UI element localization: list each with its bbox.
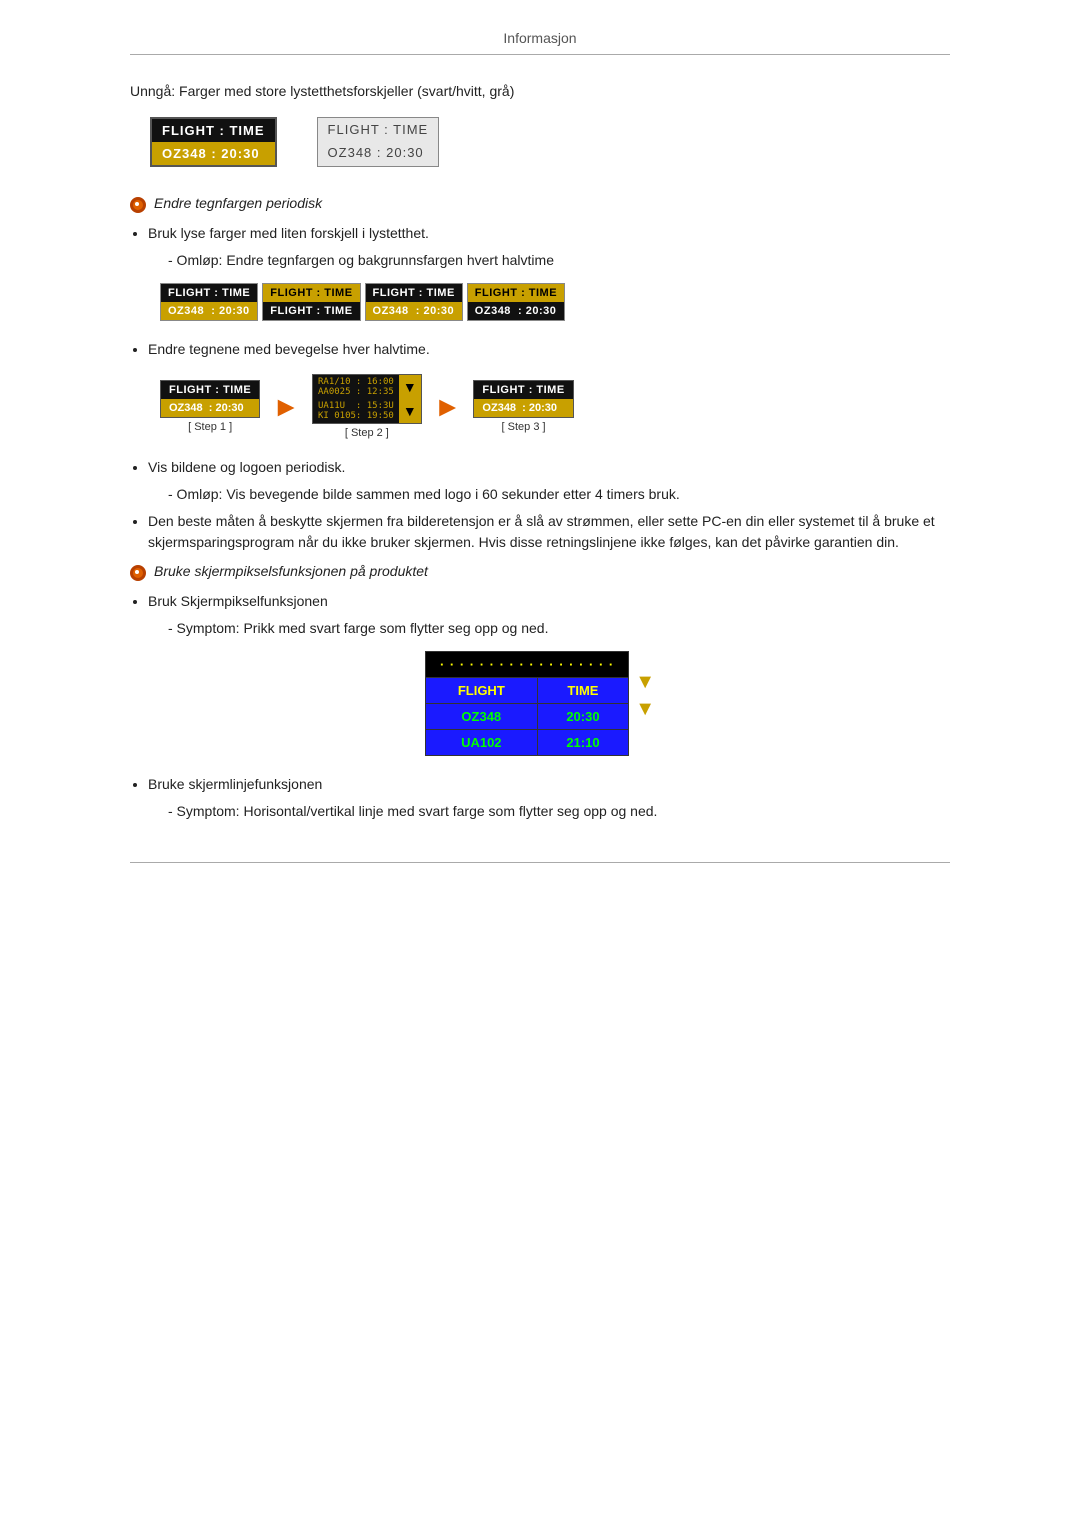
- step2-text-2: UA11U : 15:3U KI 0105: 19:50: [313, 399, 399, 423]
- pixel-oz348: OZ348: [425, 704, 537, 730]
- step3-header: FLIGHT : TIME: [474, 381, 572, 399]
- bullet-item-3: Vis bildene og logoen periodisk.: [148, 457, 950, 478]
- pixel-arrow-down-1: ▼: [635, 671, 655, 694]
- step-row: FLIGHT : TIME OZ348 : 20:30 [ Step 1 ] ►…: [160, 374, 950, 439]
- omloop-box-2-header: FLIGHT : TIME: [263, 284, 359, 302]
- pixel-row-2: UA102 21:10: [425, 730, 628, 756]
- page-divider: [130, 862, 950, 863]
- omloop-row: FLIGHT : TIME OZ348 : 20:30 FLIGHT : TIM…: [160, 283, 950, 321]
- omloop-box-2-data: FLIGHT : TIME: [263, 302, 359, 320]
- step1-header: FLIGHT : TIME: [161, 381, 259, 399]
- step1-label: [ Step 1 ]: [188, 421, 232, 433]
- step2-icon-down-2: ▼: [399, 399, 421, 423]
- step2-row-1: RA1/10 : 16:00 AA0025 : 12:35 ▼: [313, 375, 421, 399]
- omloop-box-3: FLIGHT : TIME OZ348 : 20:30: [365, 283, 463, 321]
- bullet-item-4: Den beste måten å beskytte skjermen fra …: [148, 511, 950, 553]
- orange-bullet-icon: [130, 197, 146, 213]
- bullet-item-1: Bruk lyse farger med liten forskjell i l…: [148, 223, 950, 244]
- omloop-box-1-data: OZ348 : 20:30: [161, 302, 257, 320]
- dot-cell: · · · · · · · · · · · · · · · · · ·: [425, 652, 628, 678]
- orange-section-1: Endre tegnfargen periodisk: [130, 195, 950, 213]
- bullet-list-5: Bruke skjermlinjefunksjonen - Symptom: H…: [148, 774, 950, 822]
- step3-container: FLIGHT : TIME OZ348 : 20:30 [ Step 3 ]: [473, 380, 573, 433]
- step3-label: [ Step 3 ]: [502, 421, 546, 433]
- step2-text-1: RA1/10 : 16:00 AA0025 : 12:35: [313, 375, 399, 399]
- step2-icon-down: ▼: [399, 375, 421, 399]
- page-title: Informasjon: [503, 30, 576, 46]
- sub-item-3: - Omløp: Vis bevegende bilde sammen med …: [168, 484, 950, 505]
- bullet-list-4: Bruk Skjermpikselfunksjonen - Symptom: P…: [148, 591, 950, 639]
- sub-item-6: - Symptom: Horisontal/vertikal linje med…: [168, 801, 950, 822]
- bullet-list-3: Vis bildene og logoen periodisk. - Omløp…: [148, 457, 950, 553]
- pixel-header-row: FLIGHT TIME: [425, 678, 628, 704]
- orange-bullet-icon-2: [130, 565, 146, 581]
- pixel-arrow-down-2: ▼: [635, 698, 655, 721]
- bullet-item-6: Bruke skjermlinjefunksjonen: [148, 774, 950, 795]
- pixel-header-flight: FLIGHT: [425, 678, 537, 704]
- orange-label-1: Endre tegnfargen periodisk: [154, 195, 322, 211]
- step2-container: RA1/10 : 16:00 AA0025 : 12:35 ▼ UA11U : …: [312, 374, 422, 439]
- bullet-item-2: Endre tegnene med bevegelse hver halvtim…: [148, 339, 950, 360]
- step3-box: FLIGHT : TIME OZ348 : 20:30: [473, 380, 573, 418]
- dark-flight-box: FLIGHT : TIME OZ348 : 20:30: [150, 117, 277, 167]
- pixel-header-time: TIME: [537, 678, 629, 704]
- step1-box: FLIGHT : TIME OZ348 : 20:30: [160, 380, 260, 418]
- omloop-box-4: FLIGHT : TIME OZ348 : 20:30: [467, 283, 565, 321]
- omloop-box-2: FLIGHT : TIME FLIGHT : TIME: [262, 283, 360, 321]
- pixel-2030: 20:30: [537, 704, 629, 730]
- pixel-ua102: UA102: [425, 730, 537, 756]
- page-header: Informasjon: [130, 30, 950, 55]
- dark-box-header: FLIGHT : TIME: [152, 119, 275, 142]
- orange-section-2: Bruke skjermpikselsfunksjonen på produkt…: [130, 563, 950, 581]
- sub-item-5: - Symptom: Prikk med svart farge som fly…: [168, 618, 950, 639]
- light-box-header: FLIGHT : TIME: [318, 118, 439, 141]
- light-box-data: OZ348 : 20:30: [318, 141, 439, 164]
- flight-display-examples: FLIGHT : TIME OZ348 : 20:30 FLIGHT : TIM…: [150, 117, 950, 167]
- omloop-box-3-data: OZ348 : 20:30: [366, 302, 462, 320]
- omloop-box-4-data: OZ348 : 20:30: [468, 302, 564, 320]
- bullet-list-1: Bruk lyse farger med liten forskjell i l…: [148, 223, 950, 271]
- pixel-2110: 21:10: [537, 730, 629, 756]
- omloop-box-1: FLIGHT : TIME OZ348 : 20:30: [160, 283, 258, 321]
- pixel-row-1: OZ348 20:30: [425, 704, 628, 730]
- omloop-box-3-header: FLIGHT : TIME: [366, 284, 462, 302]
- dark-box-data: OZ348 : 20:30: [152, 142, 275, 165]
- step2-box: RA1/10 : 16:00 AA0025 : 12:35 ▼ UA11U : …: [312, 374, 422, 424]
- step1-container: FLIGHT : TIME OZ348 : 20:30 [ Step 1 ]: [160, 380, 260, 433]
- omloop-box-1-header: FLIGHT : TIME: [161, 284, 257, 302]
- arrow-2: ►: [434, 393, 462, 421]
- intro-text: Unngå: Farger med store lystetthetsforsk…: [130, 83, 950, 99]
- pixel-arrows: ▼ ▼: [635, 651, 655, 721]
- step3-data: OZ348 : 20:30: [474, 399, 572, 417]
- dot-row: · · · · · · · · · · · · · · · · · ·: [425, 652, 628, 678]
- arrow-1: ►: [272, 393, 300, 421]
- orange-label-2: Bruke skjermpikselsfunksjonen på produkt…: [154, 563, 428, 579]
- step2-row-2: UA11U : 15:3U KI 0105: 19:50 ▼: [313, 399, 421, 423]
- bullet-item-5: Bruk Skjermpikselfunksjonen: [148, 591, 950, 612]
- bullet-list-2: Endre tegnene med bevegelse hver halvtim…: [148, 339, 950, 360]
- light-flight-box: FLIGHT : TIME OZ348 : 20:30: [317, 117, 440, 167]
- omloop-box-4-header: FLIGHT : TIME: [468, 284, 564, 302]
- sub-item-1: - Omløp: Endre tegnfargen og bakgrunnsfa…: [168, 250, 950, 271]
- step2-label: [ Step 2 ]: [345, 427, 389, 439]
- pixel-table: · · · · · · · · · · · · · · · · · · FLIG…: [425, 651, 629, 756]
- step1-data: OZ348 : 20:30: [161, 399, 259, 417]
- pixel-table-wrapper: · · · · · · · · · · · · · · · · · · FLIG…: [130, 651, 950, 756]
